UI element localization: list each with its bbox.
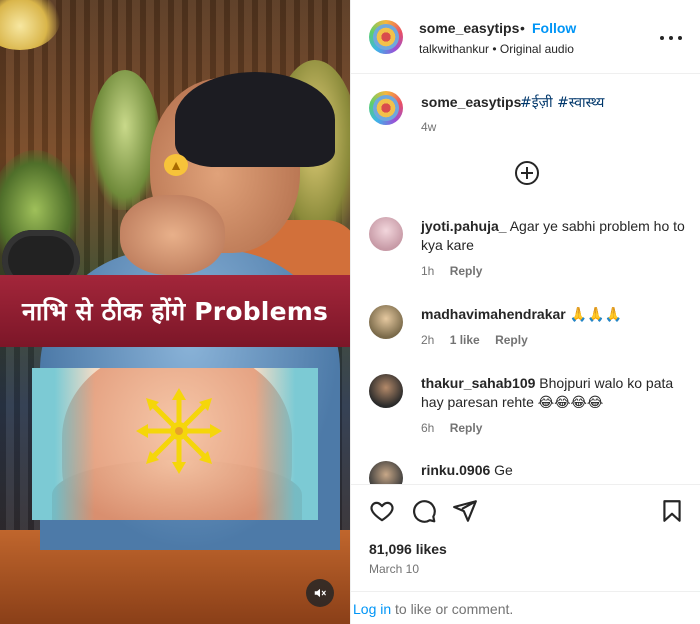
reply-button[interactable]: Reply — [495, 333, 528, 347]
mute-toggle-button[interactable] — [306, 579, 334, 607]
more-options-icon[interactable] — [660, 36, 682, 42]
post-media[interactable]: ▲ नाभि से ठीक होंगे Problems — [0, 0, 350, 624]
author-username[interactable]: some_easytips — [419, 20, 519, 36]
caption-hashtags[interactable]: #ईज़ी #स्वास्थ्य — [520, 93, 604, 112]
commenter-username[interactable]: rinku.0906 — [421, 462, 490, 478]
reply-button[interactable]: Reply — [450, 421, 483, 435]
author-avatar[interactable] — [369, 20, 403, 54]
speaker-muted-icon — [314, 588, 326, 598]
plus-circle-icon[interactable] — [514, 160, 540, 186]
login-link[interactable]: Log in — [353, 601, 391, 617]
commenter-username[interactable]: madhavimahendrakar — [421, 306, 566, 322]
banner-text: नाभि से ठीक होंगे Problems — [21, 297, 329, 326]
comment-age: 1h — [421, 264, 435, 278]
comment-meta: 6h Reply — [421, 421, 494, 435]
post-date: March 10 — [369, 562, 420, 576]
navel-illustration — [32, 368, 318, 520]
post-header: some_easytips • Follow talkwithankur • O… — [351, 0, 700, 74]
comment-body: jyoti.pahuja_ Agar ye sabhi problem ho t… — [421, 217, 686, 255]
commenter-avatar[interactable] — [369, 217, 403, 251]
follow-button[interactable]: Follow — [532, 20, 576, 36]
comment-body: madhavimahendrakar 🙏🙏🙏 — [421, 305, 686, 324]
comment-icon[interactable] — [411, 498, 437, 524]
commenter-username[interactable]: thakur_sahab109 — [421, 375, 535, 391]
plant-decoration — [90, 70, 160, 210]
commenter-username[interactable]: jyoti.pahuja_ — [421, 218, 507, 234]
caption-age: 4w — [421, 120, 437, 134]
person-hair — [175, 72, 335, 167]
post-sidebar: some_easytips • Follow talkwithankur • O… — [350, 0, 700, 624]
comment-likes[interactable]: 1 like — [450, 333, 480, 347]
comment-body: rinku.0906 Ge — [421, 461, 686, 480]
comment-body: thakur_sahab109 Bhojpuri walo ko pata ha… — [421, 374, 686, 412]
commenter-avatar[interactable] — [369, 374, 403, 408]
login-prompt-text: to like or comment. — [395, 601, 514, 617]
radiating-arrows-icon — [136, 388, 222, 474]
bookmark-icon[interactable] — [659, 498, 685, 524]
commenter-avatar[interactable] — [369, 305, 403, 339]
post-actions: 81,096 likes March 10 Log in to like or … — [351, 484, 700, 624]
comment-text: Ge — [494, 462, 513, 478]
person-hand — [120, 195, 225, 275]
login-prompt: Log in to like or comment. — [351, 591, 700, 624]
comment-age: 2h — [421, 333, 435, 347]
thumbs-up-emoji-icon: ▲ — [164, 154, 188, 176]
separator-dot: • — [520, 20, 525, 36]
paper-plane-icon[interactable] — [452, 498, 478, 524]
reply-button[interactable]: Reply — [450, 264, 483, 278]
likes-count[interactable]: 81,096 likes — [369, 541, 447, 557]
comment-meta: 2h 1 like Reply — [421, 333, 540, 347]
video-caption-banner: नाभि से ठीक होंगे Problems — [0, 275, 350, 347]
comment-age: 6h — [421, 421, 435, 435]
audio-attribution[interactable]: talkwithankur • Original audio — [419, 42, 574, 56]
caption-username[interactable]: some_easytips — [421, 94, 521, 110]
heart-icon[interactable] — [369, 498, 395, 524]
comment-text: 🙏🙏🙏 — [569, 306, 622, 322]
comment-meta: 1h Reply — [421, 264, 494, 278]
caption-author-avatar[interactable] — [369, 91, 403, 125]
